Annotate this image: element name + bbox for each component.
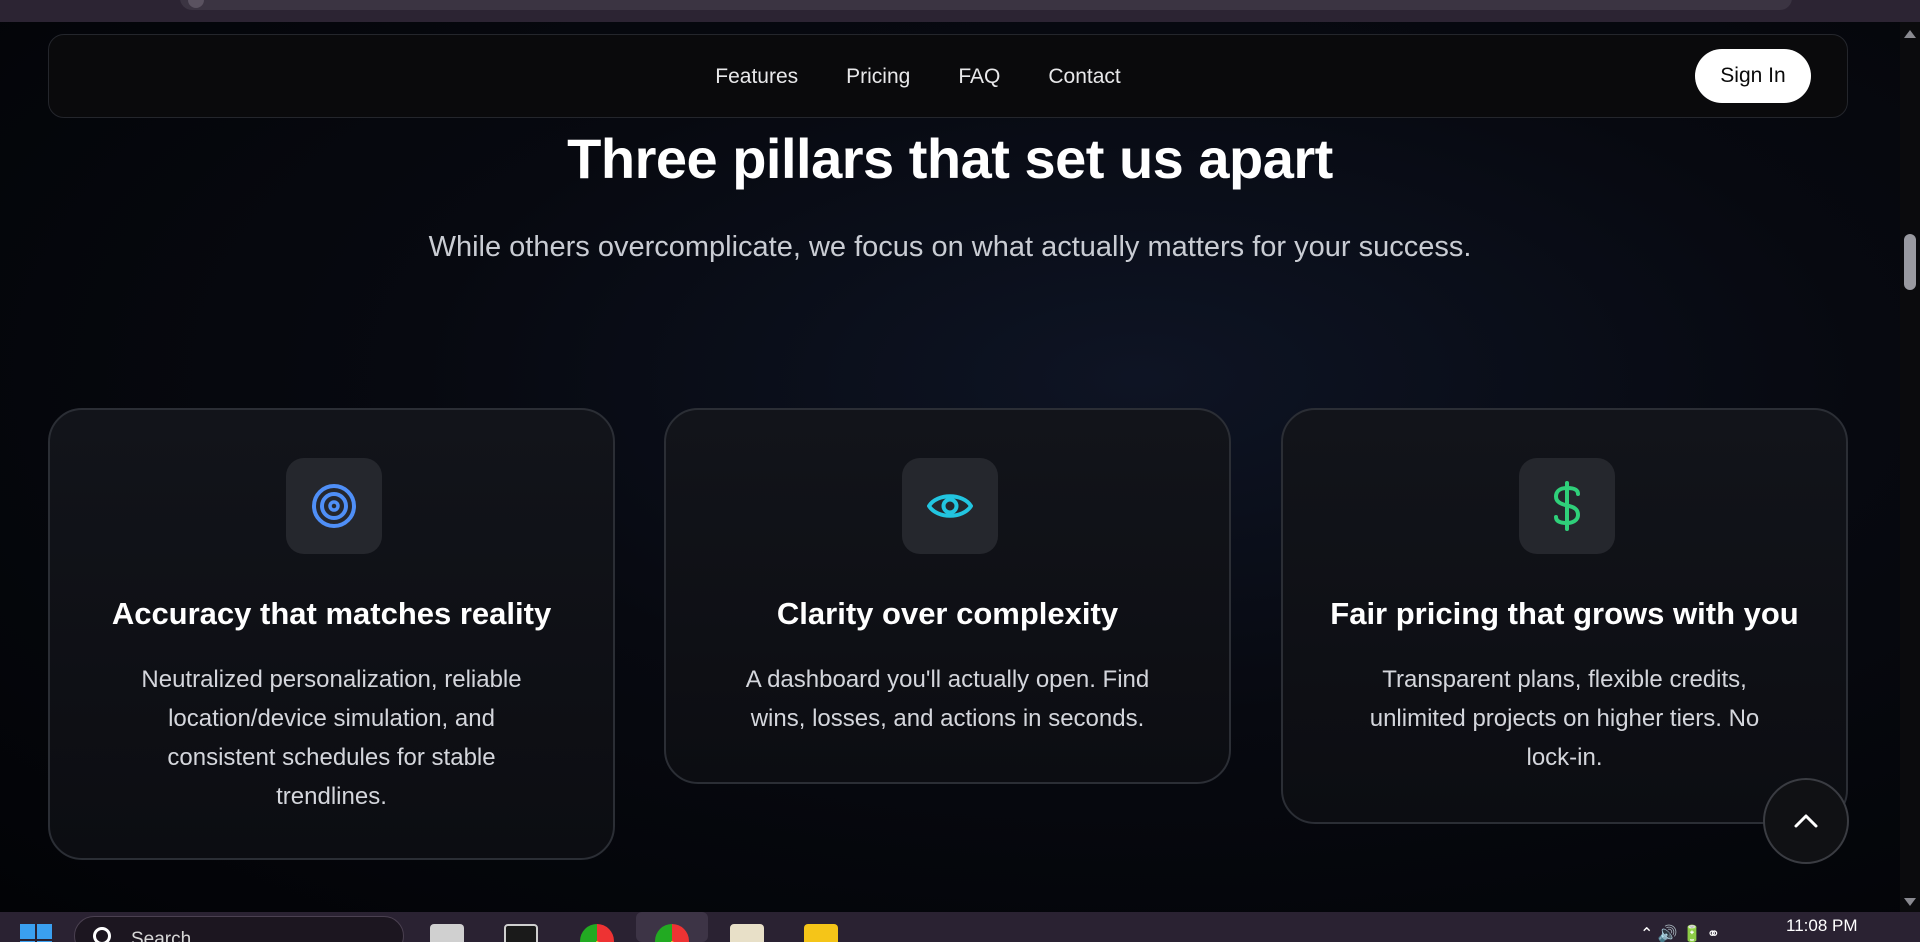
search-icon	[93, 927, 111, 942]
pillar-card-clarity: Clarity over complexity A dashboard you'…	[664, 408, 1231, 784]
card-text: Transparent plans, flexible credits, unl…	[1369, 666, 1760, 771]
card-title: Accuracy that matches reality	[111, 596, 552, 631]
file-explorer-icon[interactable]	[804, 924, 838, 942]
taskbar-search-placeholder: Search	[131, 929, 192, 942]
page-scrollbar[interactable]	[1900, 22, 1920, 912]
terminal-icon[interactable]	[504, 924, 538, 942]
pillar-card-accuracy: Accuracy that matches reality Neutralize…	[48, 408, 615, 860]
dollar-icon	[1519, 458, 1615, 554]
scrollbar-thumb[interactable]	[1904, 234, 1916, 290]
card-text: A dashboard you'll actually open. Find w…	[745, 666, 1150, 732]
eye-icon	[902, 458, 998, 554]
nav-links: Features Pricing FAQ Contact	[49, 35, 1847, 119]
sign-in-button[interactable]: Sign In	[1695, 49, 1811, 103]
clock[interactable]: 11:08 PM	[1786, 916, 1858, 936]
scroll-to-top-button[interactable]	[1763, 778, 1849, 864]
nav-link-contact[interactable]: Contact	[1048, 65, 1120, 89]
section-title: Three pillars that set us apart	[567, 127, 1333, 190]
task-view-icon[interactable]	[430, 924, 464, 942]
nav-link-features[interactable]: Features	[715, 65, 798, 89]
scroll-down-arrow-icon[interactable]	[1904, 898, 1916, 906]
card-title: Clarity over complexity	[776, 596, 1119, 631]
nav-link-faq[interactable]: FAQ	[958, 65, 1000, 89]
os-taskbar: Search ⌃ 🔊 🔋 ⚭ 11:08 PM	[0, 912, 1920, 942]
system-tray-icons[interactable]: ⌃ 🔊 🔋 ⚭	[1640, 924, 1720, 942]
card-text: Neutralized personalization, reliable lo…	[141, 666, 522, 810]
target-icon	[286, 458, 382, 554]
section-subtitle: While others overcomplicate, we focus on…	[428, 231, 1472, 263]
taskbar-search-input[interactable]: Search	[74, 916, 404, 942]
nav-link-pricing[interactable]: Pricing	[846, 65, 910, 89]
browser-toolbar	[0, 0, 1920, 22]
address-bar[interactable]	[180, 0, 1792, 10]
windows-start-icon[interactable]	[20, 924, 52, 942]
chrome-icon[interactable]	[580, 924, 614, 942]
page-viewport: Features Pricing FAQ Contact Sign In Thr…	[0, 22, 1900, 912]
pillar-card-pricing: Fair pricing that grows with you Transpa…	[1281, 408, 1848, 824]
scroll-up-arrow-icon[interactable]	[1904, 30, 1916, 38]
card-title: Fair pricing that grows with you	[1330, 596, 1799, 631]
notepad-icon[interactable]	[730, 924, 764, 942]
chevron-up-icon	[1794, 814, 1818, 828]
top-navbar: Features Pricing FAQ Contact Sign In	[48, 34, 1848, 118]
